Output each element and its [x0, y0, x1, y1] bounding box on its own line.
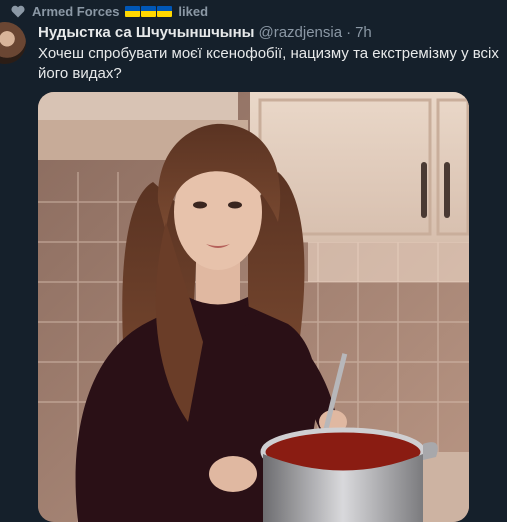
timestamp[interactable]: 7h — [355, 24, 372, 41]
avatar[interactable] — [0, 22, 26, 64]
liked-banner: Armed Forces liked — [10, 2, 208, 20]
ua-flag-icon — [141, 5, 157, 17]
heart-icon — [10, 3, 26, 19]
separator: · — [346, 23, 352, 41]
liked-label: liked — [178, 3, 209, 19]
photo-icon — [38, 92, 469, 522]
ua-flag-icon — [125, 5, 141, 17]
tweet-text: Хочеш спробувати моєї ксенофобії, нацизм… — [38, 45, 499, 82]
user-handle[interactable]: @razdjensia — [258, 24, 342, 41]
tweet-header: Нудыстка са Шчучыншчыны @razdjensia · 7h — [38, 22, 372, 42]
flag-group — [125, 5, 173, 17]
display-name[interactable]: Нудыстка са Шчучыншчыны — [38, 24, 254, 41]
tweet-photo[interactable] — [38, 92, 469, 522]
liker-name[interactable]: Armed Forces — [32, 4, 119, 19]
ua-flag-icon — [157, 5, 173, 17]
